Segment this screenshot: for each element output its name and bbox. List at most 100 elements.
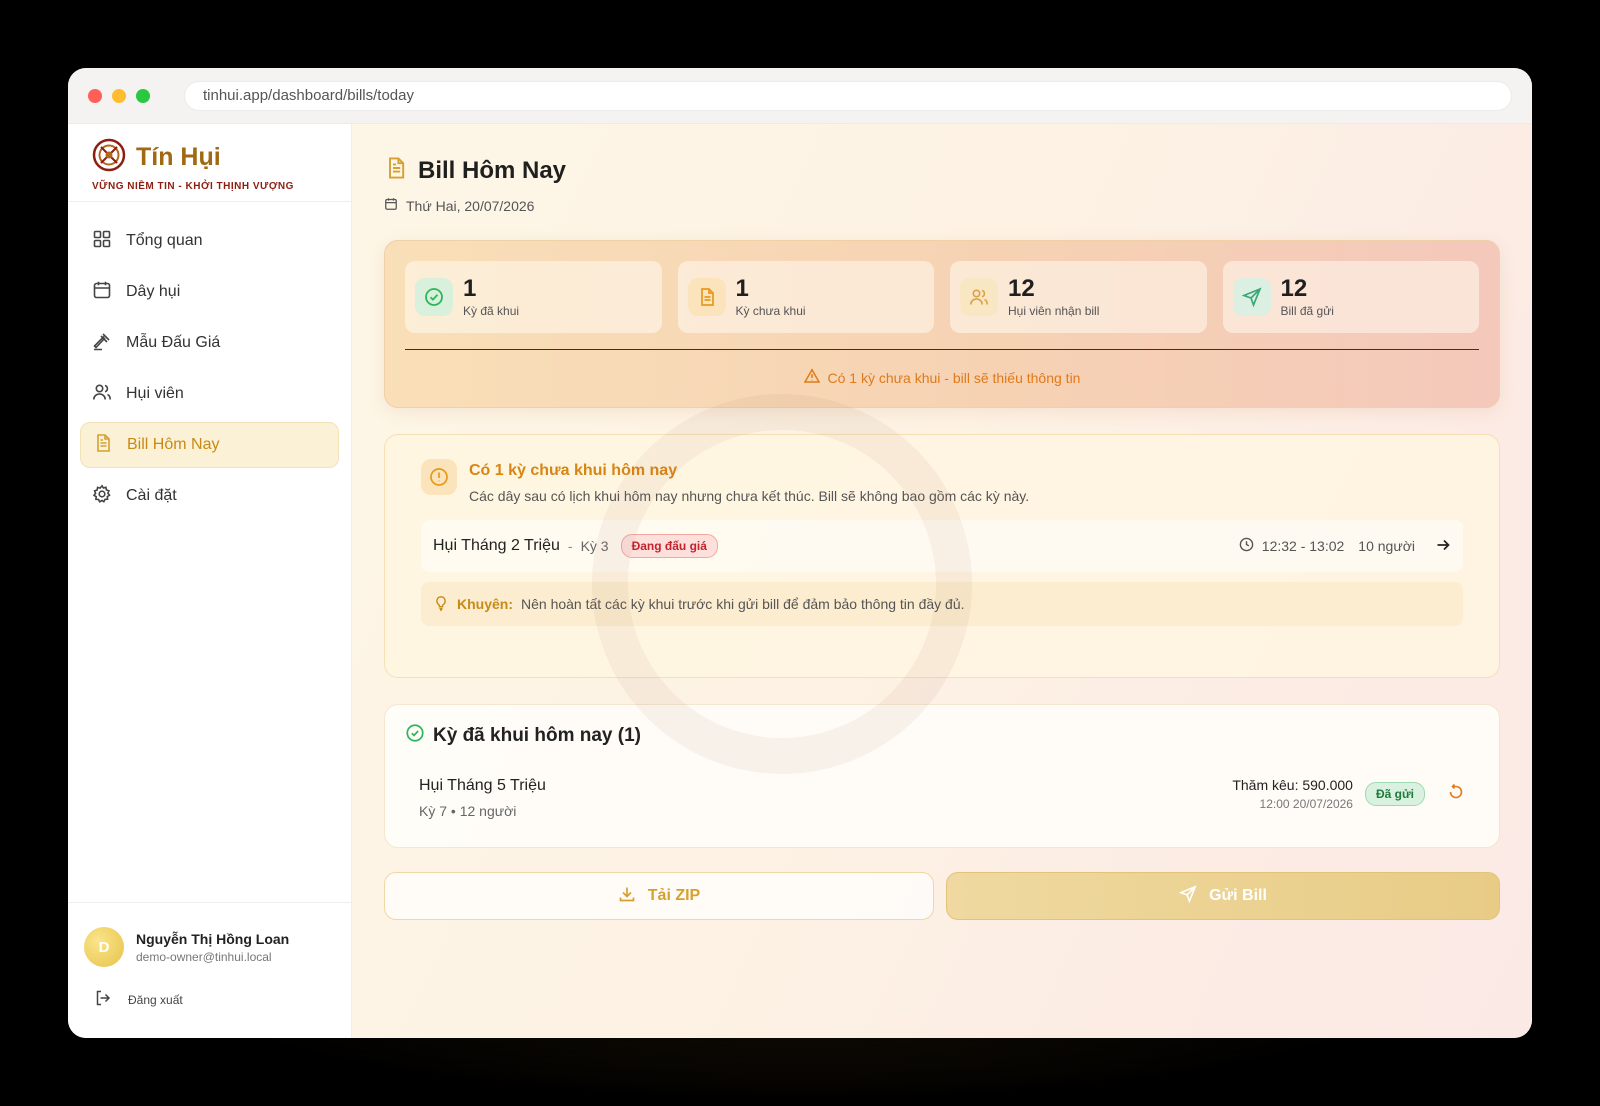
pending-row-time: 12:32 - 13:02 — [1261, 538, 1345, 554]
stat-label: Kỳ đã khui — [463, 304, 520, 318]
stat-pending: 1 Kỳ chưa khui — [677, 261, 934, 333]
page-date: Thứ Hai, 20/07/2026 — [384, 197, 1500, 214]
url-text: tinhui.app/dashboard/bills/today — [203, 87, 414, 104]
user-name: Nguyễn Thị Hồng Loan — [136, 930, 290, 947]
pending-row-name: Hụi Tháng 2 Triệu — [433, 537, 560, 554]
opened-row-time: 12:00 20/07/2026 — [1259, 797, 1353, 811]
close-window-button[interactable] — [88, 88, 102, 103]
brand-tagline: VỮNG NIỀM TIN - KHỞI THỊNH VƯỢNG — [92, 181, 294, 192]
users-icon — [92, 382, 112, 407]
sidebar-item-auction-templates[interactable]: Mẫu Đấu Giá — [80, 320, 339, 366]
tip-label: Khuyên: — [457, 596, 513, 612]
sidebar-item-label: Mẫu Đấu Giá — [126, 334, 221, 351]
stats-warning-text: Có 1 kỳ chưa khui - bill sẽ thiếu thông … — [827, 369, 1081, 386]
stat-opened: 1 Kỳ đã khui — [405, 261, 662, 333]
divider — [405, 349, 1479, 350]
download-zip-button[interactable]: Tải ZIP — [384, 872, 934, 920]
check-circle-icon — [415, 278, 453, 316]
send-icon — [1178, 884, 1197, 908]
sidebar: Tín Hụi VỮNG NIỀM TIN - KHỞI THỊNH VƯỢNG… — [68, 124, 352, 1038]
stat-value: 1 — [463, 275, 477, 302]
lightbulb-icon — [433, 595, 449, 614]
file-text-icon — [687, 278, 726, 316]
logout-icon — [94, 989, 112, 1010]
arrow-right-icon[interactable] — [1435, 537, 1451, 556]
action-bar: Tải ZIP Gửi Bill — [384, 872, 1500, 920]
browser-window: tinhui.app/dashboard/bills/today Tín Hụi — [68, 68, 1532, 1038]
check-circle-icon — [405, 723, 425, 749]
brand: Tín Hụi VỮNG NIỀM TIN - KHỞI THỊNH VƯỢNG — [68, 124, 351, 202]
opened-card: Kỳ đã khui hôm nay (1) Hụi Tháng 5 Triệu… — [384, 704, 1500, 848]
avatar[interactable]: D — [84, 927, 124, 967]
stat-label: Bill đã gửi — [1280, 304, 1334, 318]
sidebar-item-label: Hụi viên — [126, 385, 184, 402]
stats-card: 1 Kỳ đã khui 1 Kỳ chưa khui 12 Hụi viên … — [384, 240, 1500, 408]
stat-bills-sent: 12 Bill đã gửi — [1222, 261, 1479, 333]
warning-triangle-icon — [803, 368, 820, 387]
file-text-icon — [384, 156, 408, 185]
sidebar-nav: Tổng quan Dây hụi Mẫu Đấu Giá Hụi viên B… — [68, 202, 351, 540]
alert-circle-icon — [421, 459, 457, 495]
maximize-window-button[interactable] — [136, 88, 150, 103]
address-bar[interactable]: tinhui.app/dashboard/bills/today — [184, 80, 1512, 111]
main-content: Bill Hôm Nay Thứ Hai, 20/07/2026 1 Kỳ đã… — [352, 124, 1532, 1038]
file-text-icon — [93, 433, 113, 458]
logout-label: Đăng xuất — [128, 992, 183, 1007]
browser-titlebar: tinhui.app/dashboard/bills/today — [68, 68, 1532, 124]
pending-row-members: 10 người — [1358, 538, 1415, 554]
pending-subtitle: Các dây sau có lịch khui hôm nay nhưng c… — [469, 488, 1030, 504]
opened-row-amount: Thăm kêu: 590.000 — [1232, 777, 1353, 793]
app-layout: Tín Hụi VỮNG NIỀM TIN - KHỞI THỊNH VƯỢNG… — [68, 124, 1532, 1038]
sidebar-item-label: Tổng quan — [126, 232, 203, 249]
download-zip-label: Tải ZIP — [647, 887, 701, 904]
resend-icon[interactable] — [1447, 783, 1465, 806]
page-title: Bill Hôm Nay — [418, 156, 567, 184]
pending-row-ky: Kỳ 3 — [580, 538, 609, 554]
sidebar-item-bill-today[interactable]: Bill Hôm Nay — [80, 422, 339, 468]
stat-value: 12 — [1280, 275, 1308, 302]
opened-row-name: Hụi Tháng 5 Triệu — [419, 777, 546, 794]
brand-name: Tín Hụi — [136, 143, 221, 171]
sidebar-item-members[interactable]: Hụi viên — [80, 371, 339, 417]
sidebar-item-label: Dây hụi — [126, 283, 181, 300]
pending-card: Có 1 kỳ chưa khui hôm nay Các dây sau có… — [384, 434, 1500, 678]
send-bill-label: Gửi Bill — [1209, 887, 1267, 904]
send-bill-button[interactable]: Gửi Bill — [946, 872, 1500, 920]
gear-icon — [92, 483, 112, 509]
calendar-icon — [92, 280, 112, 305]
pending-title: Có 1 kỳ chưa khui hôm nay — [469, 462, 678, 479]
tip-text: Nên hoàn tất các kỳ khui trước khi gửi b… — [521, 596, 965, 612]
calendar-icon — [384, 197, 398, 214]
user-panel: D Nguyễn Thị Hồng Loan demo-owner@tinhui… — [68, 902, 351, 1038]
users-icon — [960, 278, 998, 316]
stats-warning: Có 1 kỳ chưa khui - bill sẽ thiếu thông … — [405, 368, 1479, 387]
status-badge: Đang đấu giá — [620, 534, 718, 558]
download-icon — [618, 885, 636, 908]
status-badge: Đã gửi — [1364, 782, 1425, 806]
minimize-window-button[interactable] — [112, 88, 126, 103]
sidebar-item-label: Cài đặt — [126, 487, 177, 504]
stat-value: 12 — [1008, 275, 1035, 302]
gavel-icon — [92, 331, 112, 356]
opened-row[interactable]: Hụi Tháng 5 Triệu Kỳ 7 • 12 người Thăm k… — [405, 777, 1479, 819]
sidebar-item-overview[interactable]: Tổng quan — [80, 218, 339, 264]
page-date-text: Thứ Hai, 20/07/2026 — [406, 197, 535, 214]
tip-box: Khuyên: Nên hoàn tất các kỳ khui trước k… — [421, 582, 1463, 626]
grid-icon — [92, 229, 112, 254]
stat-members: 12 Hụi viên nhận bill — [950, 261, 1207, 333]
stat-label: Hụi viên nhận bill — [1008, 304, 1100, 318]
sidebar-item-settings[interactable]: Cài đặt — [80, 473, 339, 519]
pending-row[interactable]: Hụi Tháng 2 Triệu - Kỳ 3 Đang đấu giá 12… — [421, 520, 1463, 572]
sidebar-item-label: Bill Hôm Nay — [127, 436, 220, 453]
stat-label: Kỳ chưa khui — [735, 304, 806, 318]
pending-row-separator: - — [567, 538, 573, 554]
stat-value: 1 — [735, 275, 749, 302]
logout-button[interactable]: Đăng xuất — [84, 989, 335, 1010]
brand-logo-icon — [92, 138, 126, 177]
opened-title: Kỳ đã khui hôm nay (1) — [433, 725, 641, 746]
clock-icon — [1239, 537, 1254, 555]
opened-row-meta: Kỳ 7 • 12 người — [419, 803, 517, 819]
sidebar-item-hui-lines[interactable]: Dây hụi — [80, 269, 339, 315]
user-email: demo-owner@tinhui.local — [136, 949, 272, 964]
send-icon — [1232, 278, 1271, 316]
